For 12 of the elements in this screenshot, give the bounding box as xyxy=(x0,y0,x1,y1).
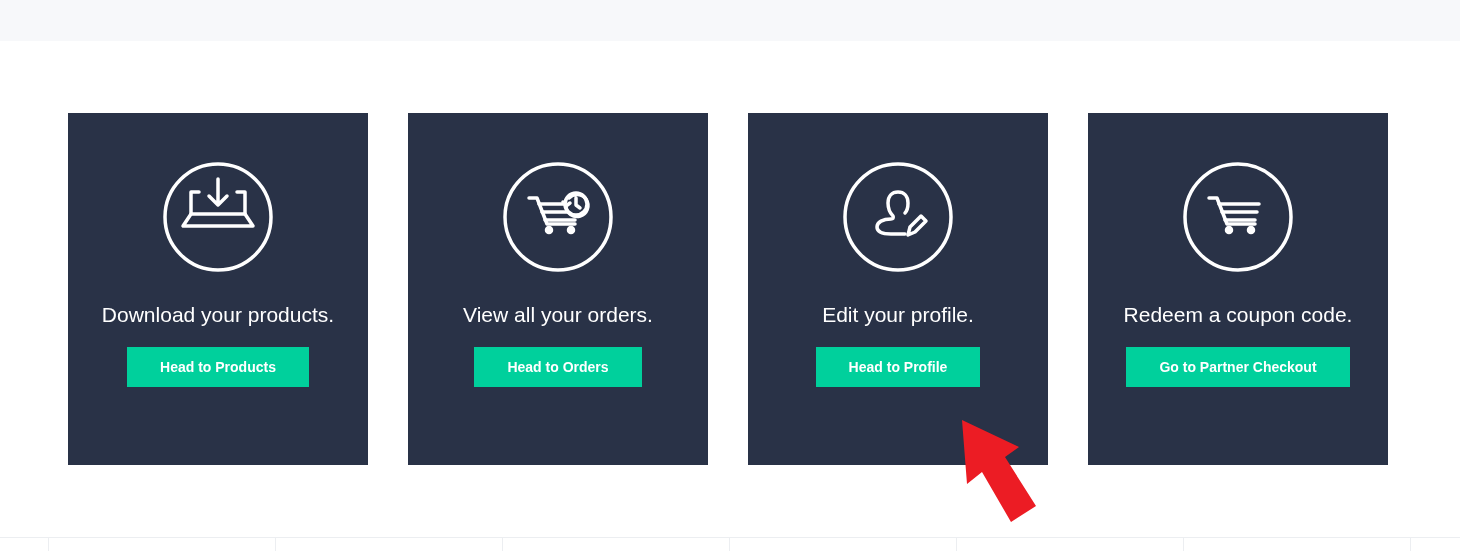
card-text: Download your products. xyxy=(101,302,335,328)
card-text: View all your orders. xyxy=(463,302,653,328)
card-button[interactable]: Head to Profile xyxy=(815,347,981,387)
card-text: Redeem a coupon code. xyxy=(1123,302,1353,328)
card-button[interactable]: Head to Orders xyxy=(474,347,642,387)
card-button[interactable]: Head to Products xyxy=(127,347,309,387)
card-text: Edit your profile. xyxy=(822,302,974,328)
cart-history-icon xyxy=(503,162,613,272)
cart-icon xyxy=(1183,162,1293,272)
user-edit-icon xyxy=(843,162,953,272)
card-button[interactable]: Go to Partner Checkout xyxy=(1126,347,1350,387)
laptop-download-icon xyxy=(163,162,273,272)
